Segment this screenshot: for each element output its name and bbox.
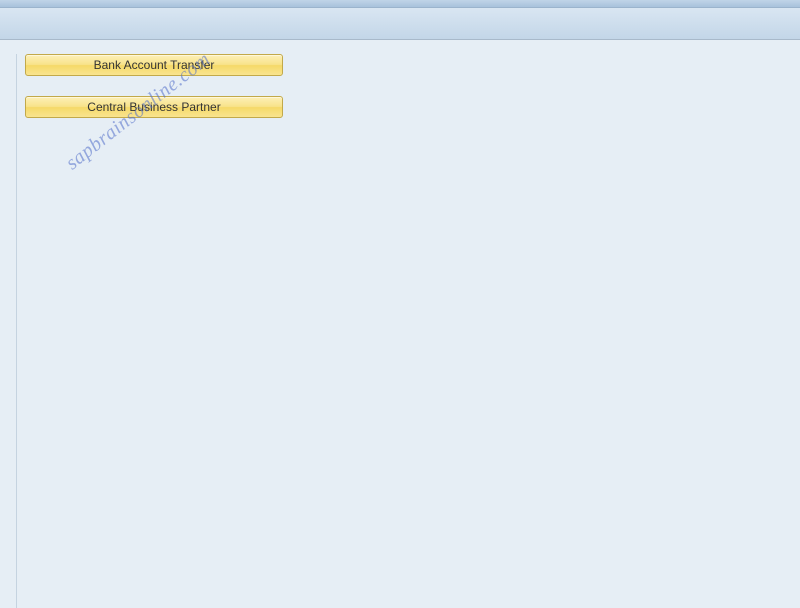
- title-bar-fragment: [0, 0, 800, 8]
- central-business-partner-button[interactable]: Central Business Partner: [25, 96, 283, 118]
- bank-account-transfer-button[interactable]: Bank Account Transfer: [25, 54, 283, 76]
- content-panel: Bank Account Transfer Central Business P…: [16, 54, 800, 608]
- toolbar-strip: [0, 8, 800, 40]
